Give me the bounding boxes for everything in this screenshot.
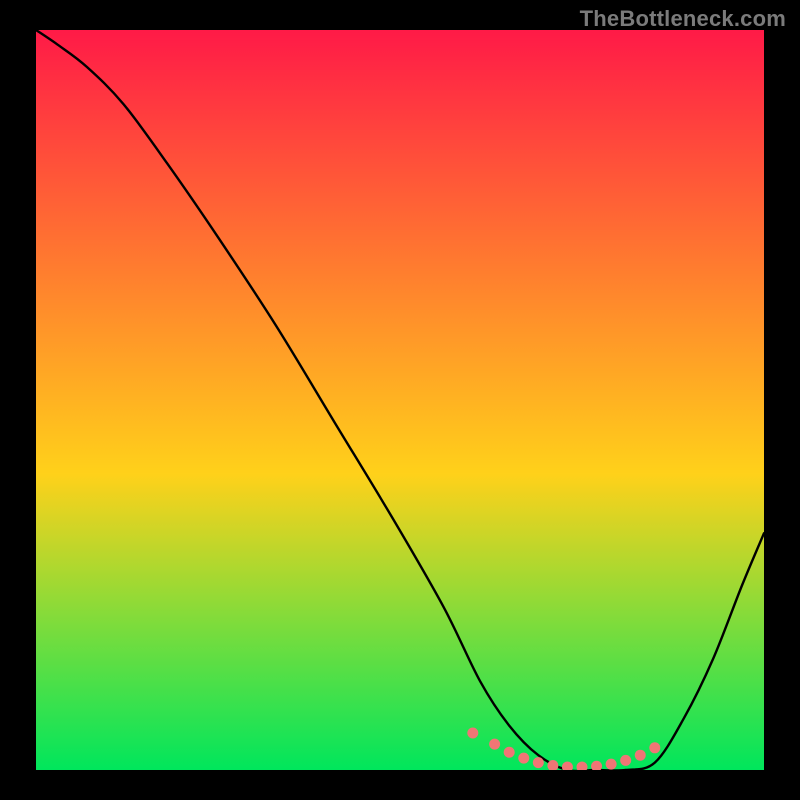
highlight-dot	[518, 753, 529, 764]
plot-area	[36, 30, 764, 770]
highlight-dot	[606, 759, 617, 770]
highlight-dot	[635, 750, 646, 761]
watermark-text: TheBottleneck.com	[580, 6, 786, 32]
highlight-dot	[467, 728, 478, 739]
highlight-dot	[620, 755, 631, 766]
highlight-dot	[649, 742, 660, 753]
chart-container: TheBottleneck.com	[0, 0, 800, 800]
highlight-dot	[489, 739, 500, 750]
chart-svg	[36, 30, 764, 770]
highlight-dot	[504, 747, 515, 758]
highlight-dot	[533, 757, 544, 768]
gradient-background	[36, 30, 764, 770]
